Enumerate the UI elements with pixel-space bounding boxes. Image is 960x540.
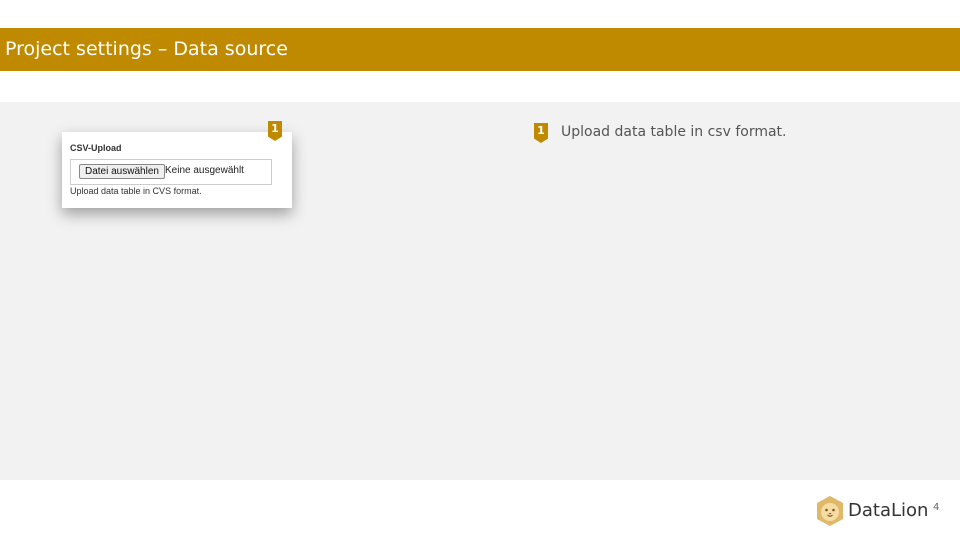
csv-upload-label: CSV-Upload [70,143,122,153]
title-bar: Project settings – Data source [0,28,960,71]
file-input[interactable]: Datei auswählen Keine ausgewählt [70,159,272,185]
page-number: 4 [933,502,940,513]
file-status-text: Keine ausgewählt [165,165,244,176]
page-title: Project settings – Data source [5,38,288,60]
csv-upload-card: CSV-Upload Datei auswählen Keine ausgewä… [62,132,292,208]
upload-help-text: Upload data table in CVS format. [70,186,202,196]
datalion-logo-text: DataLion [848,500,929,521]
callout-note-text: Upload data table in csv format. [561,124,787,140]
lion-head-icon [817,496,843,526]
choose-file-button[interactable]: Datei auswählen [79,164,165,179]
